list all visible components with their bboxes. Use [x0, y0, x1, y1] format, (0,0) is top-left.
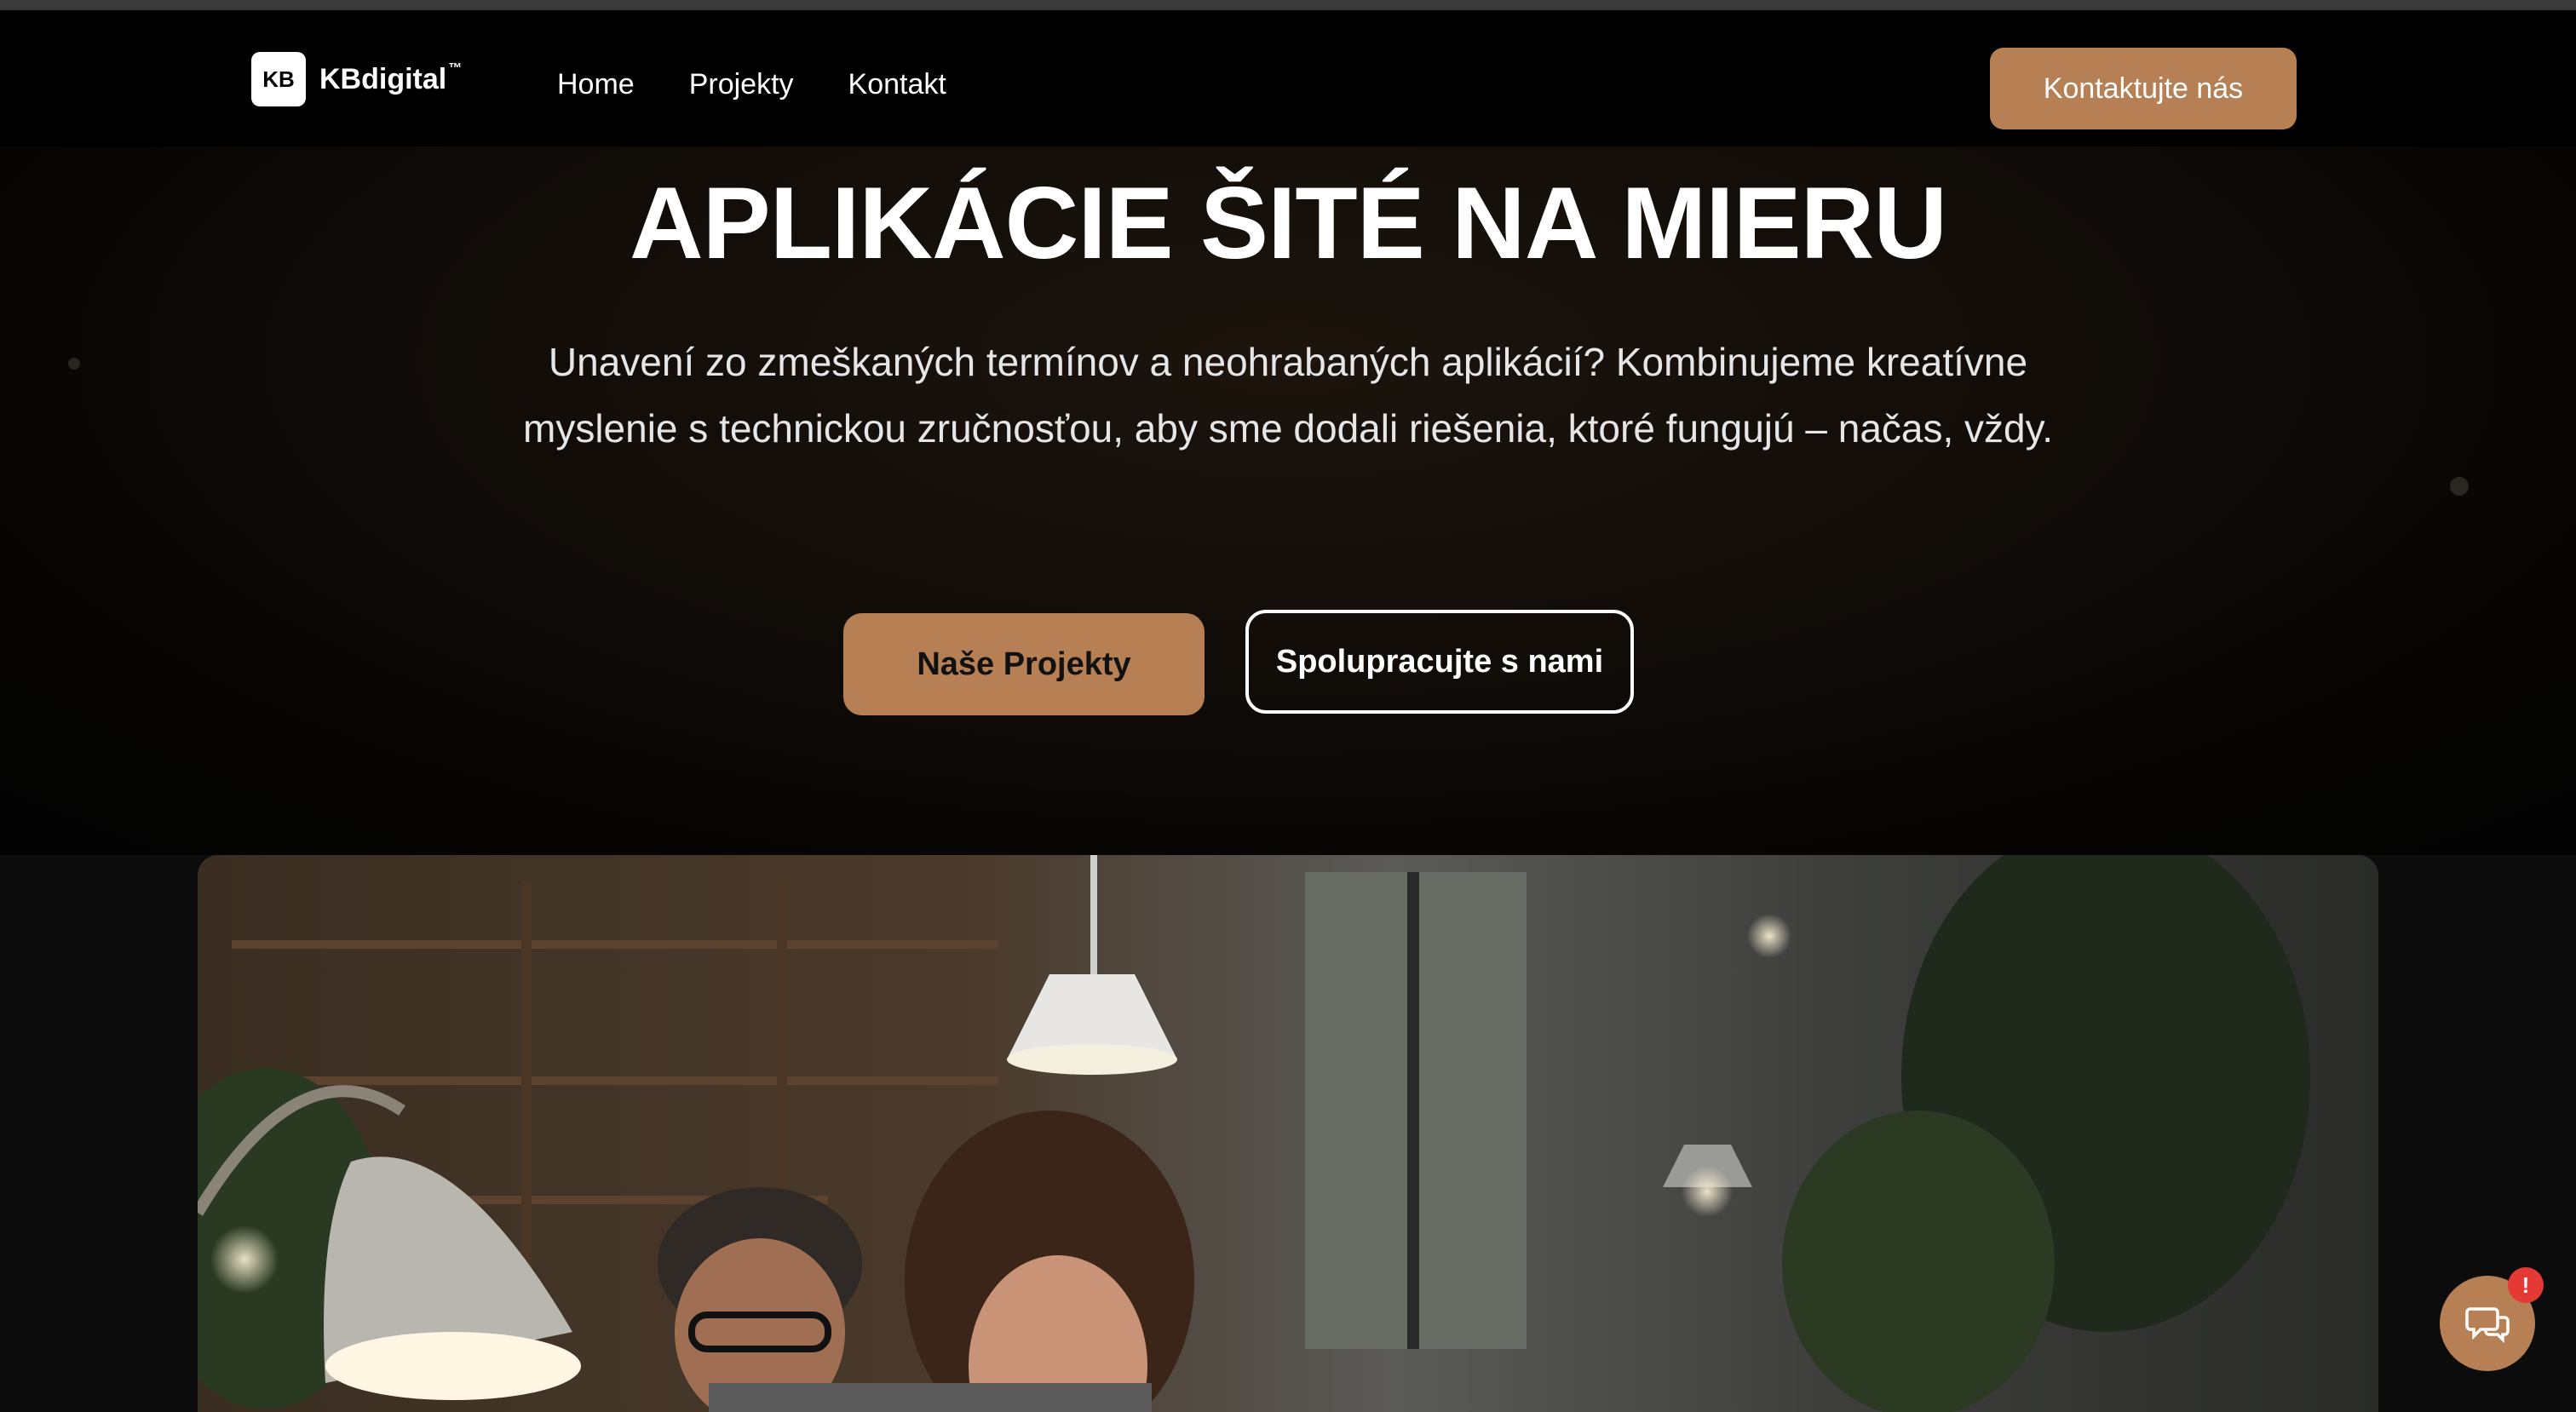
nav-link-projekty[interactable]: Projekty: [689, 68, 794, 101]
logo[interactable]: KB KBdigital ™: [251, 51, 462, 107]
decorative-dot: [68, 358, 80, 370]
site-header: KB KBdigital ™ Home Projekty Kontakt Kon…: [0, 10, 2576, 146]
team-photo-illustration: [198, 855, 2378, 1412]
hero-title: APLIKÁCIE ŠITÉ NA MIERU: [630, 166, 1947, 280]
image-section: [0, 855, 2576, 1412]
chat-bubbles-icon: [2465, 1307, 2510, 1343]
collaborate-button[interactable]: Spolupracujte s nami: [1245, 610, 1634, 714]
contact-us-button[interactable]: Kontaktujte nás: [1990, 48, 2297, 129]
logo-mark: KB: [251, 52, 306, 106]
our-projects-button[interactable]: Naše Projekty: [843, 613, 1205, 715]
logo-name: KBdigital: [319, 62, 447, 95]
team-photo: [198, 855, 2378, 1412]
browser-top-strip: [0, 0, 2576, 10]
chat-notification-badge: !: [2508, 1267, 2544, 1303]
decorative-dot: [2450, 477, 2469, 496]
main-nav: Home Projekty Kontakt: [557, 68, 946, 101]
hero-subtitle: Unavení zo zmeškaných termínov a neohrab…: [523, 340, 2053, 451]
logo-trademark: ™: [448, 60, 463, 76]
nav-link-kontakt[interactable]: Kontakt: [848, 68, 946, 101]
logo-name-wrap: KBdigital ™: [319, 60, 463, 96]
hero-section: APLIKÁCIE ŠITÉ NA MIERU Unavení zo zmešk…: [0, 146, 2576, 855]
nav-link-home[interactable]: Home: [557, 68, 635, 101]
